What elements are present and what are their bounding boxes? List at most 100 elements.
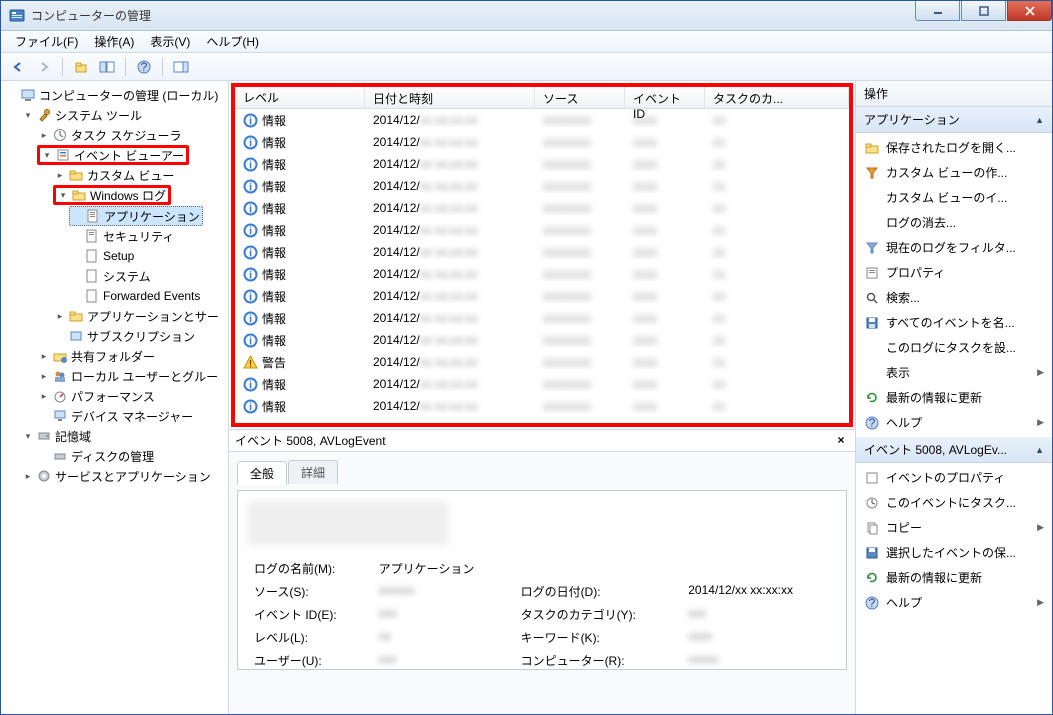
event-row[interactable]: i情報2014/12/xx xx:xx:xxxxxxxxxxxxxxxx <box>235 109 849 131</box>
tree-security-log[interactable]: セキュリティ <box>69 226 226 246</box>
action-filter-current[interactable]: 現在のログをフィルタ... <box>856 235 1052 260</box>
cell-date: 2014/12/xx xx:xx:xx <box>365 399 535 413</box>
event-row[interactable]: i情報2014/12/xx xx:xx:xxxxxxxxxxxxxxxx <box>235 197 849 219</box>
tree-apps-services-logs[interactable]: ▸アプリケーションとサー <box>53 306 226 326</box>
device-icon <box>52 408 68 424</box>
tree-disk-mgmt[interactable]: ディスクの管理 <box>37 446 226 466</box>
action-open-saved-log[interactable]: 保存されたログを開く... <box>856 135 1052 160</box>
action-search[interactable]: 検索... <box>856 285 1052 310</box>
col-source[interactable]: ソース <box>535 87 625 108</box>
action-refresh-2[interactable]: 最新の情報に更新 <box>856 565 1052 590</box>
actions-section-event[interactable]: イベント 5008, AVLogEv...▲ <box>856 437 1052 463</box>
tree-system-log[interactable]: システム <box>69 266 226 286</box>
menu-action[interactable]: 操作(A) <box>86 31 142 52</box>
show-hide-actions-button[interactable] <box>170 56 192 78</box>
action-copy[interactable]: コピー▶ <box>856 515 1052 540</box>
tree-setup-log[interactable]: Setup <box>69 246 226 266</box>
tree-performance[interactable]: ▸パフォーマンス <box>37 386 226 406</box>
lbl-task-cat: タスクのカテゴリ(Y): <box>515 603 683 626</box>
menu-view[interactable]: 表示(V) <box>142 31 198 52</box>
column-headers: レベル 日付と時刻 ソース イベント ID タスクのカ... <box>235 87 849 109</box>
maximize-button[interactable] <box>961 1 1006 21</box>
event-row[interactable]: i情報2014/12/xx xx:xx:xxxxxxxxxxxxxxxx <box>235 241 849 263</box>
col-category[interactable]: タスクのカ... <box>705 87 849 108</box>
action-help[interactable]: ?ヘルプ▶ <box>856 410 1052 435</box>
tree-system-tools[interactable]: ▾システム ツール <box>21 105 226 125</box>
action-help-2[interactable]: ?ヘルプ▶ <box>856 590 1052 615</box>
action-import-custom-view[interactable]: カスタム ビューのイ... <box>856 185 1052 210</box>
tree-storage[interactable]: ▾記憶域 <box>21 426 226 446</box>
detail-body: 全般 詳細 ログの名前(M):アプリケーション ソース(S):xxxxxxログの… <box>229 451 855 714</box>
task-icon <box>864 340 880 356</box>
action-save-selected[interactable]: 選択したイベントの保... <box>856 540 1052 565</box>
cell-level: i情報 <box>235 134 365 151</box>
event-row[interactable]: i情報2014/12/xx xx:xx:xxxxxxxxxxxxxxxx <box>235 175 849 197</box>
event-row[interactable]: i情報2014/12/xx xx:xx:xxxxxxxxxxxxxxxx <box>235 373 849 395</box>
action-view[interactable]: 表示▶ <box>856 360 1052 385</box>
event-row[interactable]: i情報2014/12/xx xx:xx:xxxxxxxxxxxxxxxx <box>235 329 849 351</box>
tree-services-apps[interactable]: ▸サービスとアプリケーション <box>21 466 226 486</box>
tree-task-scheduler[interactable]: ▸タスク スケジューラ <box>37 125 226 145</box>
tree-event-viewer[interactable]: ▾イベント ビューアー <box>37 145 189 165</box>
cell-category: xx <box>705 135 849 149</box>
event-rows[interactable]: i情報2014/12/xx xx:xx:xxxxxxxxxxxxxxxxi情報2… <box>235 109 849 423</box>
back-button[interactable] <box>7 56 29 78</box>
action-event-properties[interactable]: イベントのプロパティ <box>856 465 1052 490</box>
action-attach-task-event[interactable]: このイベントにタスク... <box>856 490 1052 515</box>
col-level[interactable]: レベル <box>235 87 365 108</box>
event-row[interactable]: i情報2014/12/xx xx:xx:xxxxxxxxxxxxxxxx <box>235 285 849 307</box>
tree-local-users[interactable]: ▸ローカル ユーザーとグルー <box>37 366 226 386</box>
cell-date: 2014/12/xx xx:xx:xx <box>365 157 535 171</box>
event-row[interactable]: i情報2014/12/xx xx:xx:xxxxxxxxxxxxxxxx <box>235 263 849 285</box>
action-properties[interactable]: プロパティ <box>856 260 1052 285</box>
storage-icon <box>36 428 52 444</box>
up-button[interactable] <box>70 56 92 78</box>
show-hide-tree-button[interactable] <box>96 56 118 78</box>
event-row[interactable]: i情報2014/12/xx xx:xx:xxxxxxxxxxxxxxxx <box>235 153 849 175</box>
collapse-icon[interactable]: ▲ <box>1035 115 1044 125</box>
action-save-all[interactable]: すべてのイベントを名... <box>856 310 1052 335</box>
tab-general[interactable]: 全般 <box>237 461 287 485</box>
action-create-custom-view[interactable]: カスタム ビューの作... <box>856 160 1052 185</box>
cell-source: xxxxxxxx <box>535 135 625 149</box>
event-row[interactable]: i情報2014/12/xx xx:xx:xxxxxxxxxxxxxxxx <box>235 395 849 417</box>
event-row[interactable]: i情報2014/12/xx xx:xx:xxxxxxxxxxxxxxxx <box>235 219 849 241</box>
tree-device-manager[interactable]: デバイス マネージャー <box>37 406 226 426</box>
help-button[interactable]: ? <box>133 56 155 78</box>
tree-custom-views[interactable]: ▸カスタム ビュー <box>53 165 226 185</box>
tree-shared-folders[interactable]: ▸共有フォルダー <box>37 346 226 366</box>
col-event-id[interactable]: イベント ID <box>625 87 705 108</box>
action-attach-task[interactable]: このログにタスクを設... <box>856 335 1052 360</box>
tree-root[interactable]: コンピューターの管理 (ローカル) <box>5 85 226 105</box>
menu-file[interactable]: ファイル(F) <box>7 31 86 52</box>
actions-section-app[interactable]: アプリケーション▲ <box>856 107 1052 133</box>
forward-button[interactable] <box>33 56 55 78</box>
cell-event-id: xxxx <box>625 377 705 391</box>
folder-icon <box>68 167 84 183</box>
log-icon <box>84 268 100 284</box>
cell-event-id: xxxx <box>625 355 705 369</box>
detail-close-button[interactable]: × <box>833 433 849 449</box>
event-row[interactable]: !警告2014/12/xx xx:xx:xxxxxxxxxxxxxxxx <box>235 351 849 373</box>
tree-forwarded-log[interactable]: Forwarded Events <box>69 286 226 306</box>
tree-subscriptions[interactable]: サブスクリプション <box>53 326 226 346</box>
event-row[interactable]: i情報2014/12/xx xx:xx:xxxxxxxxxxxxxxxx <box>235 131 849 153</box>
cell-category: xx <box>705 399 849 413</box>
save-icon <box>864 315 880 331</box>
action-clear-log[interactable]: ログの消去... <box>856 210 1052 235</box>
close-button[interactable] <box>1007 1 1052 21</box>
svg-text:i: i <box>249 225 252 237</box>
menu-help[interactable]: ヘルプ(H) <box>198 31 267 52</box>
cell-date: 2014/12/xx xx:xx:xx <box>365 311 535 325</box>
action-refresh[interactable]: 最新の情報に更新 <box>856 385 1052 410</box>
window: コンピューターの管理 ファイル(F) 操作(A) 表示(V) ヘルプ(H) ? … <box>0 0 1053 715</box>
col-date[interactable]: 日付と時刻 <box>365 87 535 108</box>
copy-icon <box>864 520 880 536</box>
event-row[interactable]: i情報2014/12/xx xx:xx:xxxxxxxxxxxxxxxx <box>235 307 849 329</box>
tree-application-log[interactable]: アプリケーション <box>69 206 203 226</box>
tree-windows-logs[interactable]: ▾Windows ログ <box>53 185 171 205</box>
minimize-button[interactable] <box>915 1 960 21</box>
tab-details[interactable]: 詳細 <box>288 460 338 484</box>
collapse-icon[interactable]: ▲ <box>1035 445 1044 455</box>
lbl-level: レベル(L): <box>248 626 373 649</box>
